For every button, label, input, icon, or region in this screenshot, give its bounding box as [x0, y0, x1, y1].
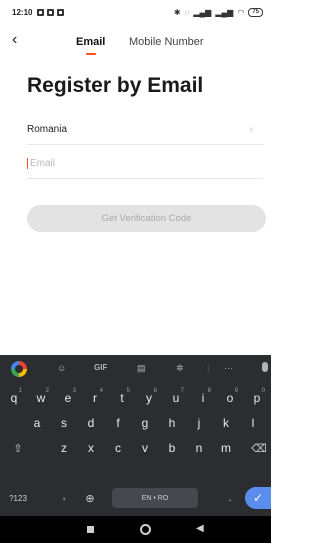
notification-icon — [47, 8, 55, 16]
key-o[interactable]: o9 — [220, 386, 240, 410]
key-letter: t — [120, 391, 124, 405]
key-number-hint: 3 — [72, 388, 76, 394]
key-number-hint: 4 — [99, 388, 103, 394]
google-icon[interactable] — [11, 361, 27, 377]
key-q[interactable]: q1 — [4, 386, 24, 410]
key-letter: u — [172, 391, 180, 405]
clipboard-icon[interactable]: ▤ — [137, 363, 146, 374]
key-letter: y — [146, 391, 152, 405]
emoji-icon[interactable]: ☺ — [57, 363, 66, 373]
key-letter: e — [64, 391, 72, 405]
tab-mobile-number[interactable]: Mobile Number — [129, 36, 204, 48]
status-bar-left: 12:10 — [12, 7, 65, 17]
key-f[interactable]: f — [108, 411, 128, 435]
key-number-hint: 0 — [261, 388, 265, 394]
system-nav-bar: ◀ — [0, 516, 271, 543]
key-letter: p — [253, 391, 261, 405]
period-key[interactable]: . — [220, 486, 240, 510]
key-r[interactable]: r4 — [85, 386, 105, 410]
key-h[interactable]: h — [162, 411, 182, 435]
symbols-key[interactable]: ?123 — [3, 486, 33, 510]
key-x[interactable]: x — [81, 436, 101, 460]
key-number-hint: 1 — [18, 388, 22, 394]
email-input[interactable] — [27, 158, 263, 169]
key-number-hint: 6 — [153, 388, 157, 394]
wifi-icon: ◠ — [237, 7, 245, 17]
bluetooth-icon: ✱ — [173, 7, 181, 17]
status-time: 12:10 — [12, 7, 33, 17]
status-bar: 12:10 ✱ ◌ ▂▄▆ ▂▄▆ ◠ 75 — [0, 0, 271, 24]
alarm-icon: ◌ — [184, 7, 190, 17]
key-letter: r — [93, 391, 97, 405]
tab-email[interactable]: Email — [76, 36, 105, 48]
key-letter: o — [226, 391, 234, 405]
key-letter: q — [10, 391, 18, 405]
key-u[interactable]: u7 — [166, 386, 186, 410]
get-verification-code-button[interactable]: Get Verification Code — [27, 205, 266, 232]
key-number-hint: 9 — [234, 388, 238, 394]
key-s[interactable]: s — [54, 411, 74, 435]
page-title: Register by Email — [27, 74, 204, 97]
notification-icon — [57, 8, 65, 16]
key-v[interactable]: v — [135, 436, 155, 460]
key-y[interactable]: y6 — [139, 386, 159, 410]
nav-header: ‹ Email Mobile Number — [0, 28, 271, 58]
key-z[interactable]: z — [54, 436, 74, 460]
key-letter: w — [36, 391, 46, 405]
key-m[interactable]: m — [216, 436, 236, 460]
key-p[interactable]: p0 — [247, 386, 267, 410]
backspace-key[interactable]: ⌫ — [248, 436, 270, 460]
key-k[interactable]: k — [216, 411, 236, 435]
key-number-hint: 8 — [207, 388, 211, 394]
key-e[interactable]: e3 — [58, 386, 78, 410]
signal-icon: ▂▄▆ — [193, 7, 212, 17]
key-b[interactable]: b — [162, 436, 182, 460]
gif-button[interactable]: GIF — [94, 363, 107, 372]
key-w[interactable]: w2 — [31, 386, 51, 410]
key-t[interactable]: t5 — [112, 386, 132, 410]
gear-icon[interactable]: ✲ — [176, 363, 184, 374]
email-row — [27, 149, 263, 179]
key-d[interactable]: d — [81, 411, 101, 435]
space-key[interactable]: EN • RO — [112, 488, 198, 508]
comma-key[interactable]: , — [54, 484, 74, 508]
key-i[interactable]: i8 — [193, 386, 213, 410]
key-l[interactable]: l — [243, 411, 263, 435]
home-icon[interactable] — [140, 524, 151, 535]
chevron-left-icon[interactable]: ‹ — [12, 32, 17, 48]
status-bar-right: ✱ ◌ ▂▄▆ ▂▄▆ ◠ 75 — [173, 7, 263, 17]
signal-icon: ▂▄▆ — [215, 7, 234, 17]
enter-key[interactable]: ✓ — [245, 487, 271, 509]
key-number-hint: 7 — [180, 388, 184, 394]
key-g[interactable]: g — [135, 411, 155, 435]
key-a[interactable]: a — [27, 411, 47, 435]
toolbar-divider: | — [207, 363, 210, 373]
country-selector[interactable]: Romania › — [27, 115, 263, 145]
key-number-hint: 5 — [126, 388, 130, 394]
microphone-icon[interactable] — [262, 362, 268, 372]
keyboard-toolbar: ☺ GIF ▤ ✲ | ··· — [0, 355, 271, 383]
country-value: Romania — [27, 124, 68, 135]
key-j[interactable]: j — [189, 411, 209, 435]
key-letter: i — [201, 391, 205, 405]
back-triangle-icon[interactable]: ◀ — [196, 523, 204, 534]
chevron-right-icon: › — [249, 123, 253, 136]
key-n[interactable]: n — [189, 436, 209, 460]
key-number-hint: 2 — [45, 388, 49, 394]
keyboard: ☺ GIF ▤ ✲ | ··· q1w2e3r4t5y6u7i8o9p0 asd… — [0, 355, 271, 516]
notification-icon — [37, 8, 45, 16]
key-c[interactable]: c — [108, 436, 128, 460]
globe-icon[interactable]: ⊕ — [80, 486, 100, 510]
shift-key[interactable]: ⇧ — [8, 436, 28, 460]
more-icon[interactable]: ··· — [224, 363, 233, 373]
recents-icon[interactable] — [87, 526, 94, 533]
active-tab-indicator — [86, 53, 96, 55]
battery-icon: 75 — [248, 7, 263, 17]
